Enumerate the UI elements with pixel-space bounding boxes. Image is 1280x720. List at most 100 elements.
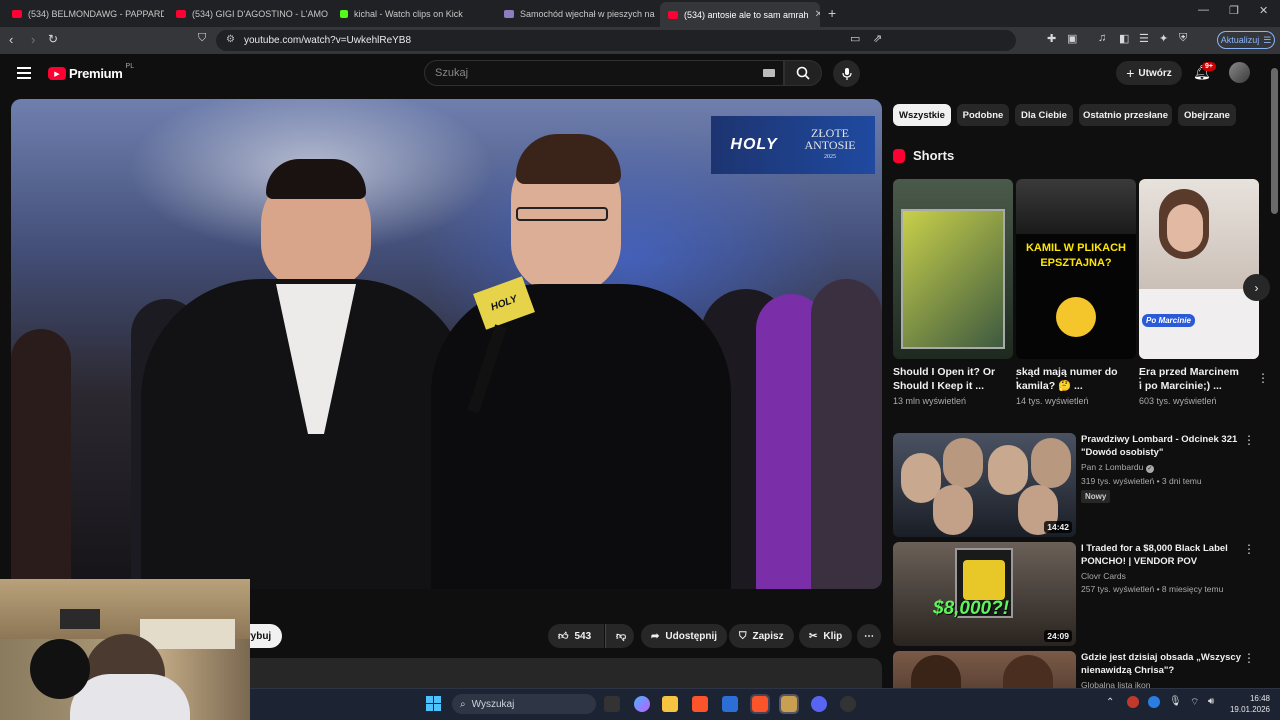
new-tab-button[interactable]: + (828, 5, 836, 21)
new-badge: Nowy (1081, 490, 1111, 503)
dislike-button[interactable]: 👎︎ (605, 624, 634, 648)
short-item[interactable]: Should I Open it? Or Should I Keep it ..… (893, 179, 1023, 406)
browser-tab[interactable]: (534) GIGI D'AGOSTINO - L'AMOUR (168, 3, 328, 24)
browser-tab[interactable]: (534) BELMONDAWG - PAPPARDELLE (4, 3, 164, 24)
video-meta: I Traded for a $8,000 Black Label PONCHO… (1081, 542, 1241, 594)
cast-icon[interactable]: ▭ (850, 32, 860, 45)
voice-search-button[interactable] (833, 60, 860, 87)
clip-button[interactable]: ✂ Klip (799, 624, 853, 648)
short-thumb-face (1167, 204, 1203, 252)
video-more-icon[interactable]: ⋮ (1243, 542, 1255, 556)
avatar[interactable] (1229, 62, 1250, 83)
tray-app-icon[interactable] (1127, 696, 1139, 708)
taskbar-search[interactable]: ⌕ Wyszukaj (452, 694, 596, 714)
search-button[interactable] (784, 60, 822, 86)
forward-icon[interactable]: › (31, 32, 35, 47)
chip-for-you[interactable]: Dla Ciebie (1015, 104, 1073, 126)
recommended-video[interactable]: $8,000?! 24:09 I Traded for a $8,000 Bla… (893, 542, 1261, 646)
file-explorer-icon[interactable] (662, 696, 678, 712)
maximize-icon[interactable]: ❐ (1229, 4, 1239, 17)
video-more-icon[interactable]: ⋮ (1243, 433, 1255, 447)
scrollbar-thumb[interactable] (1271, 68, 1278, 214)
reload-icon[interactable]: ↻ (48, 32, 58, 46)
copilot-icon[interactable] (634, 696, 650, 712)
short-thumbnail (893, 179, 1013, 359)
channel-name[interactable]: Pan z Lombardu (1081, 462, 1143, 472)
microphone-icon[interactable]: 🎙︎ (1169, 696, 1182, 707)
task-view-icon[interactable] (604, 696, 620, 712)
hamburger-menu-icon[interactable] (17, 67, 31, 79)
thumb-price-caption: $8,000?! (933, 598, 1010, 619)
minimize-icon[interactable]: — (1198, 4, 1209, 16)
thumb-face (943, 438, 983, 488)
address-bar[interactable]: ⚙ youtube.com/watch?v=UwkehlReYB8 (216, 30, 1016, 51)
browser-tab[interactable]: Samochód wjechał w pieszych na Pl (496, 3, 656, 24)
obs-icon[interactable] (779, 694, 799, 714)
browser-tab-active[interactable]: (534) antosie ale to sam amrah ✕ (660, 2, 820, 27)
chip-all[interactable]: Wszystkie (893, 104, 951, 126)
taskbar-clock[interactable]: 16:48 19.01.2026 (1226, 693, 1270, 715)
short-thumb-caption: KAMIL W PLIKACH EPSZTAJNA? (1025, 242, 1126, 269)
video-guest-glasses (516, 207, 608, 221)
webcam-room-cabinet (140, 619, 235, 649)
volume-icon[interactable]: 🔊︎ (1208, 696, 1214, 707)
video-player[interactable]: HOLY HOLY ZŁOTE ANTOSIE 2025 (11, 99, 882, 589)
wifi-icon[interactable]: ⌔ (1190, 696, 1199, 709)
tray-app-icon[interactable] (1148, 696, 1160, 708)
tab-title: (534) BELMONDAWG - PAPPARDELLE (28, 8, 164, 19)
discord-icon[interactable] (811, 696, 827, 712)
vpn-icon[interactable]: ⛨ (1179, 32, 1187, 45)
back-icon[interactable]: ‹ (9, 32, 13, 47)
brave-browser-icon[interactable] (692, 696, 708, 712)
video-meta: Gdzie jest dzisiaj obsada „Wszyscy niena… (1081, 651, 1241, 688)
short-thumbnail: Po Marcinie (1139, 179, 1259, 359)
leo-ai-icon[interactable]: ✦ (1159, 32, 1168, 45)
reading-list-icon[interactable]: ☰ (1139, 32, 1149, 45)
create-button[interactable]: + Utwórz (1116, 61, 1182, 85)
play-logo-icon: ▶ (48, 67, 66, 80)
chip-watched[interactable]: Obejrzane (1178, 104, 1236, 126)
keyboard-icon[interactable] (763, 69, 775, 77)
shorts-next-button[interactable]: › (1243, 274, 1270, 301)
thumbs-up-icon: 👍︎ (558, 631, 569, 642)
webcam-streamer-shirt (70, 674, 190, 720)
wallet-icon[interactable]: ▣ (1067, 32, 1077, 45)
share-arrow-icon: ➦ (651, 630, 660, 642)
channel-name[interactable]: Globalna lista ikon (1081, 680, 1241, 688)
puzzle-extension-icon[interactable]: ✚ (1047, 32, 1056, 45)
chip-recently-uploaded[interactable]: Ostatnio przesłane (1079, 104, 1172, 126)
menu-icon: ☰ (1263, 34, 1272, 45)
browser-tab[interactable]: kichal - Watch clips on Kick (332, 3, 492, 24)
save-button[interactable]: ⛉ Zapisz (729, 624, 794, 648)
close-window-icon[interactable]: ✕ (1259, 4, 1268, 17)
description-box[interactable] (236, 658, 882, 690)
recommended-video[interactable]: Gdzie jest dzisiaj obsada „Wszyscy niena… (893, 651, 1261, 688)
chip-related[interactable]: Podobne (957, 104, 1009, 126)
search-input[interactable]: Szukaj (424, 60, 784, 86)
close-tab-icon[interactable]: ✕ (815, 9, 820, 20)
tray-chevron-up-icon[interactable]: ⌃ (1106, 697, 1114, 708)
more-actions-button[interactable]: ⋯ (857, 624, 881, 648)
share-button[interactable]: ➦ Udostępnij (641, 624, 728, 648)
share-page-icon[interactable]: ⇗ (873, 32, 882, 45)
youtube-logo[interactable]: ▶ Premium PL (48, 63, 134, 81)
channel-name[interactable]: Clovr Cards (1081, 571, 1241, 581)
brave-active-icon[interactable] (750, 694, 770, 714)
short-item[interactable]: Po Marcinie Era przed Marcinem i po Marc… (1139, 179, 1269, 406)
short-more-icon[interactable]: ⋮ (1257, 371, 1269, 385)
windows-start-icon[interactable] (426, 696, 441, 711)
app-icon[interactable] (840, 696, 856, 712)
video-more-icon[interactable]: ⋮ (1243, 651, 1255, 665)
update-browser-button[interactable]: Aktualizuj ☰ (1217, 31, 1275, 49)
short-item[interactable]: KAMIL W PLIKACH EPSZTAJNA? skąd mają num… (1016, 179, 1146, 406)
like-button[interactable]: 👍︎ 543 (548, 624, 604, 648)
card-thumbnail-art (901, 209, 1005, 349)
thumbs-down-icon: 👎︎ (616, 631, 627, 642)
recommended-video[interactable]: 14:42 Prawdziwy Lombard - Odcinek 321 "D… (893, 433, 1261, 537)
store-icon[interactable] (722, 696, 738, 712)
music-icon[interactable]: ♫ (1098, 32, 1106, 44)
mic-brand-text: HOLY (489, 293, 519, 313)
bookmark-icon[interactable]: ⛉ (198, 32, 206, 45)
sidebar-toggle-icon[interactable]: ◧ (1119, 32, 1129, 45)
site-info-icon[interactable]: ⚙ (226, 34, 235, 45)
